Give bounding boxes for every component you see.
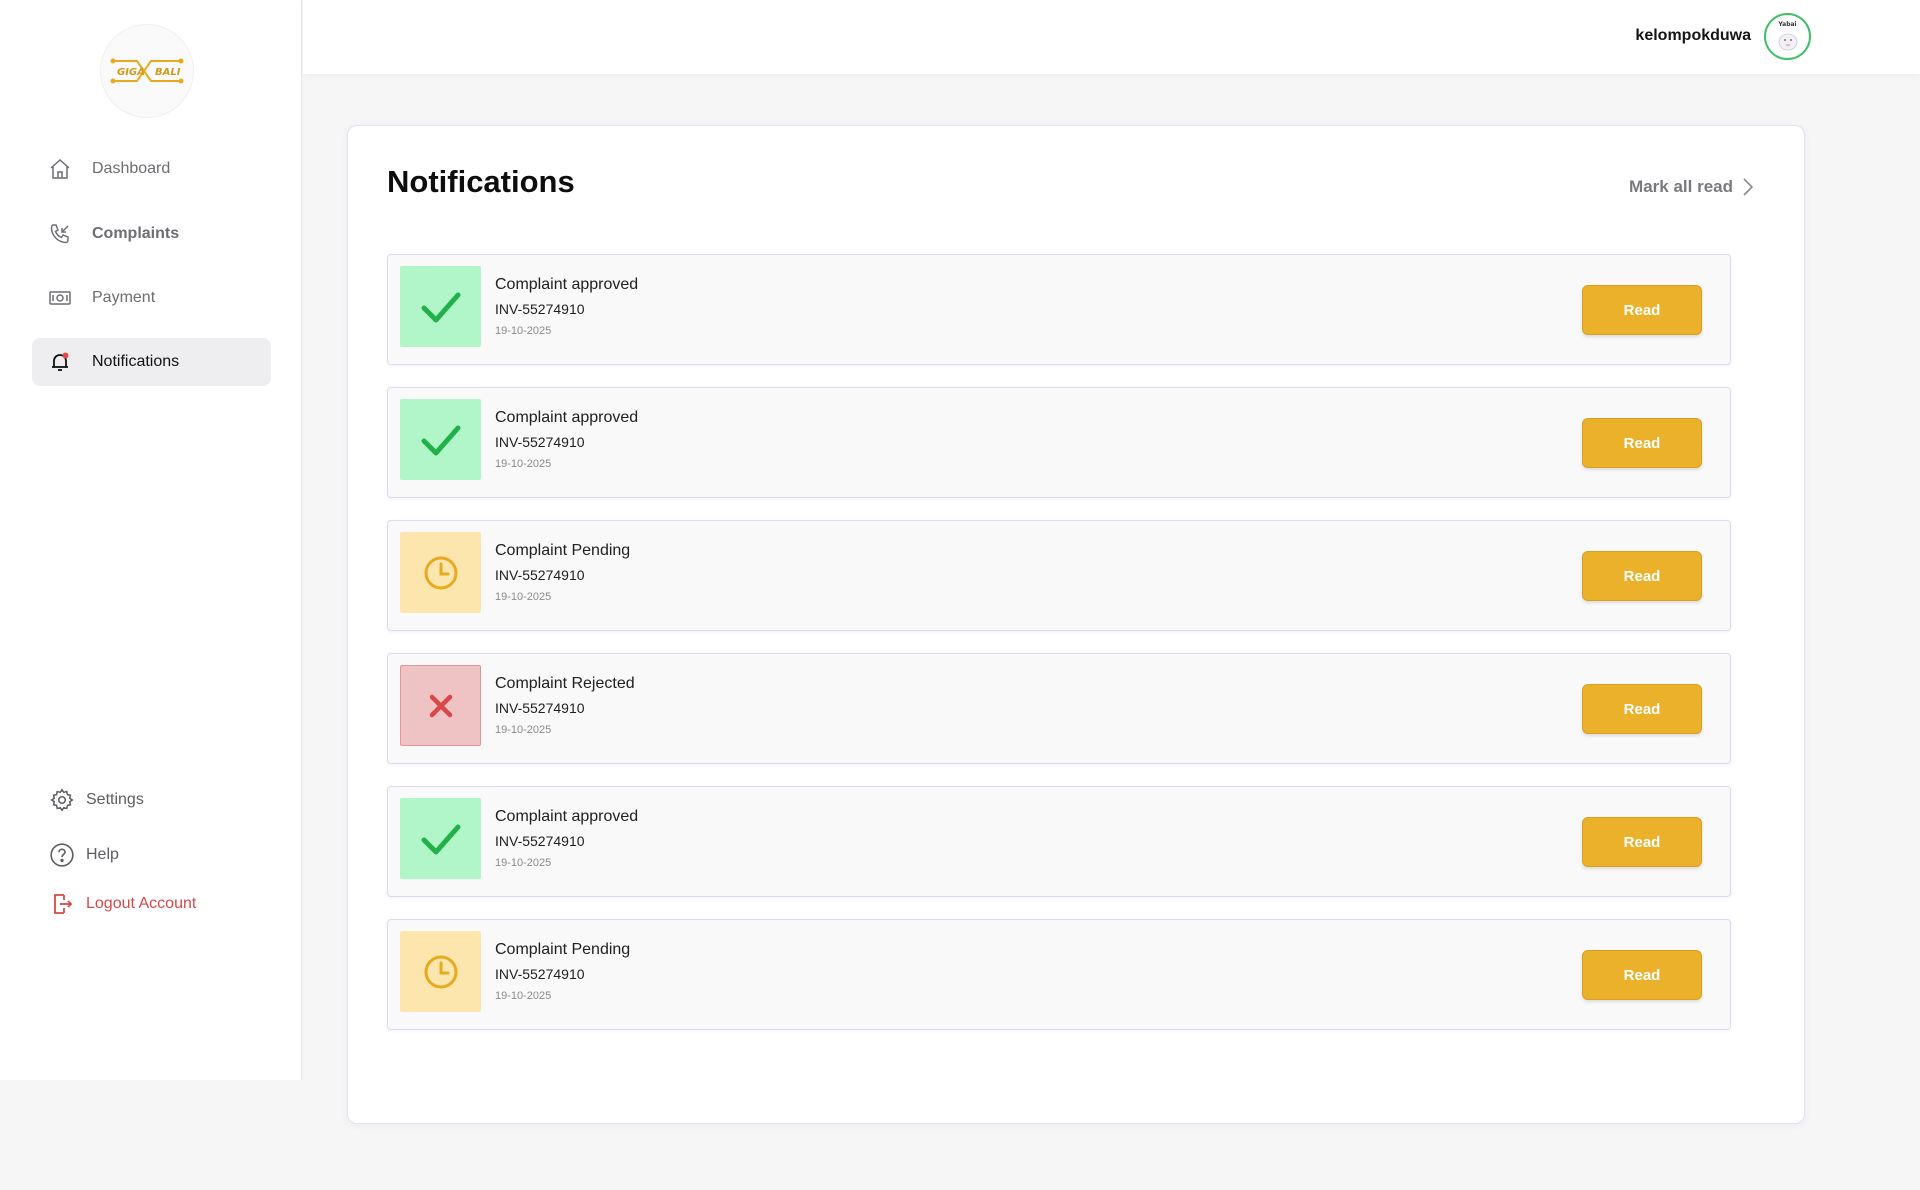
invoice-number: INV-55274910 [495, 567, 585, 583]
sidebar-item-label: Complaints [92, 225, 180, 242]
read-button[interactable]: Read [1582, 950, 1702, 1000]
notification-item[interactable]: Complaint approved INV-55274910 19-10-2025… [387, 786, 1731, 897]
notification-title: Complaint approved [495, 409, 639, 426]
mark-all-read-button[interactable]: Mark all read [1629, 177, 1754, 197]
sidebar-item-label: Help [86, 846, 119, 863]
gear-icon [48, 786, 76, 814]
notification-text: Complaint approved INV-55274910 19-10-2025 [495, 807, 638, 870]
check-icon [420, 818, 462, 860]
status-badge [400, 399, 481, 480]
read-button[interactable]: Read [1582, 418, 1702, 468]
notification-list: Complaint approved INV-55274910 19-10-2025… [387, 254, 1731, 1052]
check-icon [420, 419, 462, 461]
notification-title: Complaint Pending [495, 941, 631, 958]
read-button[interactable]: Read [1582, 817, 1702, 867]
notification-date: 19-10-2025 [495, 857, 552, 869]
invoice-number: INV-55274910 [495, 700, 585, 716]
logout-label: Logout Account [86, 895, 197, 912]
mark-all-read-label: Mark all read [1629, 177, 1733, 196]
notification-title: Complaint approved [495, 276, 639, 293]
sidebar-item-complaints[interactable]: Complaints [32, 210, 271, 258]
svg-text:GIGA: GIGA [117, 67, 145, 78]
notification-title: Complaint Pending [495, 542, 631, 559]
notification-item[interactable]: Complaint Rejected INV-55274910 19-10-2025… [387, 653, 1731, 764]
status-badge [400, 665, 481, 746]
invoice-number: INV-55274910 [495, 833, 585, 849]
status-badge [400, 931, 481, 1012]
notification-date: 19-10-2025 [495, 990, 552, 1002]
chevron-right-icon [1742, 177, 1754, 197]
home-icon [46, 155, 74, 183]
notification-date: 19-10-2025 [495, 325, 552, 337]
page-title: Notifications [387, 164, 575, 199]
sidebar-item-dashboard[interactable]: Dashboard [32, 145, 271, 193]
notification-text: Complaint Rejected INV-55274910 19-10-2025 [495, 674, 635, 737]
giga-bali-logo-icon: GIGA BALI [110, 58, 184, 84]
read-button[interactable]: Read [1582, 684, 1702, 734]
sidebar-item-help[interactable]: Help [48, 838, 119, 872]
avatar[interactable]: Yabai [1764, 12, 1811, 60]
username: kelompokduwa [1635, 27, 1751, 44]
sidebar-item-label: Settings [86, 791, 144, 808]
notification-item[interactable]: Complaint approved INV-55274910 19-10-2025… [387, 387, 1731, 498]
sidebar-item-notifications[interactable]: Notifications [32, 338, 271, 386]
x-icon [428, 693, 454, 719]
user-menu[interactable]: kelompokduwa Yabai [1635, 12, 1811, 60]
notification-date: 19-10-2025 [495, 458, 552, 470]
sidebar: GIGA BALI Dashboard Complaints Payment N… [0, 0, 302, 1080]
notification-text: Complaint Pending INV-55274910 19-10-2025 [495, 541, 630, 604]
status-badge [400, 532, 481, 613]
clock-icon [423, 954, 459, 990]
logout-icon [48, 890, 76, 918]
top-bar: kelompokduwa Yabai [303, 0, 1920, 74]
read-button[interactable]: Read [1582, 551, 1702, 601]
invoice-number: INV-55274910 [495, 434, 585, 450]
invoice-number: INV-55274910 [495, 301, 585, 317]
clock-icon [423, 555, 459, 591]
notification-title: Complaint approved [495, 808, 639, 825]
notification-text: Complaint approved INV-55274910 19-10-2025 [495, 408, 638, 471]
status-badge [400, 266, 481, 347]
logout-button[interactable]: Logout Account [48, 887, 196, 921]
check-icon [420, 286, 462, 328]
phone-incoming-icon [46, 220, 74, 248]
notification-date: 19-10-2025 [495, 724, 552, 736]
invoice-number: INV-55274910 [495, 966, 585, 982]
notification-item[interactable]: Complaint Pending INV-55274910 19-10-2025 R… [387, 520, 1731, 631]
notification-date: 19-10-2025 [495, 591, 552, 603]
notification-title: Complaint Rejected [495, 675, 635, 692]
help-icon [48, 841, 76, 869]
sidebar-item-label: Dashboard [92, 160, 171, 177]
notification-item[interactable]: Complaint Pending INV-55274910 19-10-2025 R… [387, 919, 1731, 1030]
notification-text: Complaint approved INV-55274910 19-10-2025 [495, 275, 638, 338]
sidebar-item-settings[interactable]: Settings [48, 783, 144, 817]
sidebar-item-label: Payment [92, 289, 156, 306]
status-badge [400, 798, 481, 879]
notifications-panel: Notifications Mark all read Complaint ap… [347, 125, 1805, 1124]
read-button[interactable]: Read [1582, 285, 1702, 335]
brand-logo[interactable]: GIGA BALI [101, 25, 193, 117]
money-icon [46, 284, 74, 312]
notification-item[interactable]: Complaint approved INV-55274910 19-10-2025… [387, 254, 1731, 365]
avatar-text: Yabai [1777, 21, 1796, 28]
sidebar-item-payment[interactable]: Payment [32, 274, 271, 322]
bell-icon [46, 348, 74, 376]
svg-text:BALI: BALI [155, 67, 181, 78]
notification-text: Complaint Pending INV-55274910 19-10-2025 [495, 940, 630, 1003]
sidebar-item-label: Notifications [92, 353, 180, 370]
